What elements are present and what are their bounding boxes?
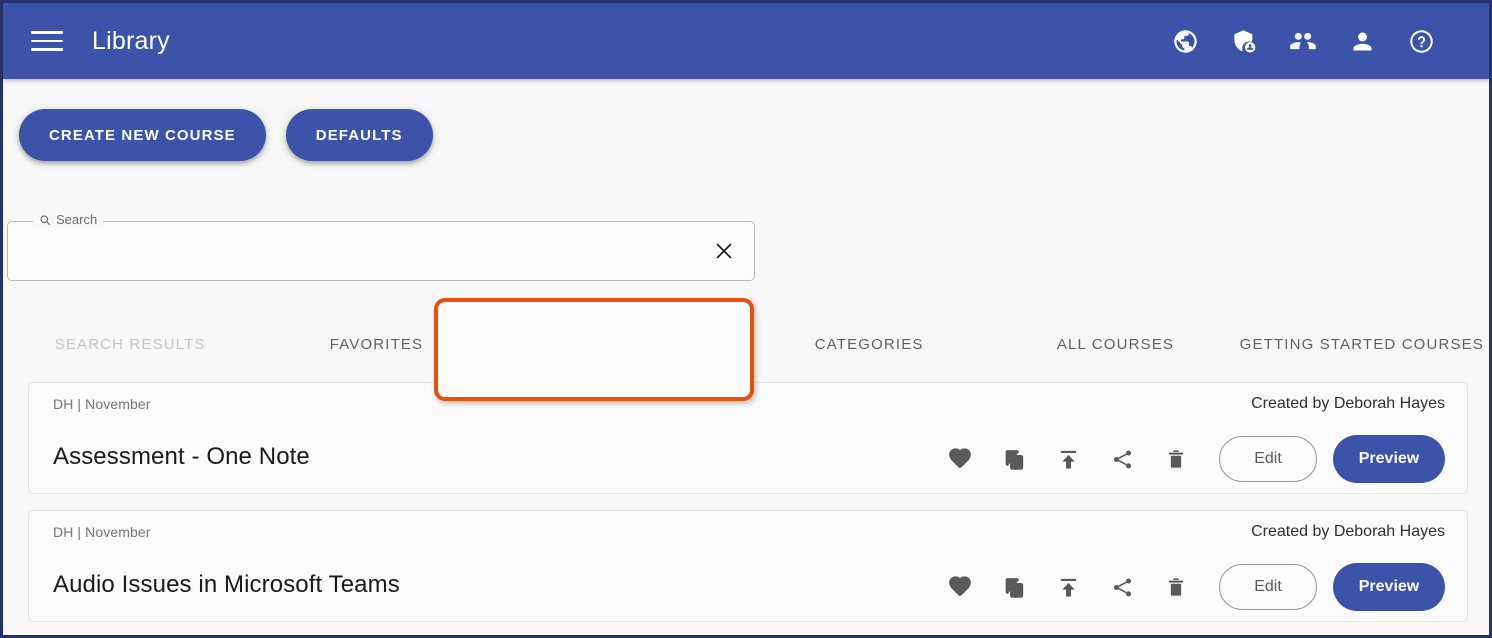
course-title: Assessment - One Note [53, 443, 310, 470]
search-input[interactable] [21, 225, 685, 277]
table-row[interactable]: DH | November Audio Issues in Microsoft … [28, 510, 1468, 622]
heart-icon[interactable] [933, 437, 987, 481]
table-row[interactable]: DH | November Assessment - One Note Crea… [28, 382, 1468, 494]
course-created-by: Created by Deborah Hayes [1251, 395, 1445, 412]
share-icon[interactable] [1095, 437, 1149, 481]
course-list: DH | November Assessment - One Note Crea… [28, 382, 1468, 635]
trash-icon[interactable] [1149, 565, 1203, 609]
tab-all-courses[interactable]: ALL COURSES [992, 309, 1238, 379]
course-meta: DH | November [53, 396, 151, 412]
course-row-actions: Edit Preview [933, 563, 1445, 611]
app-bar: Library [3, 3, 1489, 79]
tab-favorites[interactable]: FAVORITES [253, 309, 499, 379]
edit-button[interactable]: Edit [1219, 564, 1317, 610]
publish-upload-icon[interactable] [1041, 437, 1095, 481]
copy-icon[interactable] [987, 437, 1041, 481]
course-row-actions: Edit Preview [933, 435, 1445, 483]
shield-person-icon[interactable] [1230, 27, 1258, 55]
tab-getting-started-courses[interactable]: GETTING STARTED COURSES [1239, 309, 1485, 379]
person-icon[interactable] [1348, 27, 1376, 55]
trash-icon[interactable] [1149, 437, 1203, 481]
preview-button[interactable]: Preview [1333, 563, 1445, 611]
share-icon[interactable] [1095, 565, 1149, 609]
primary-action-bar: CREATE NEW COURSE DEFAULTS [3, 79, 1489, 191]
course-title: Audio Issues in Microsoft Teams [53, 571, 400, 598]
appbar-icon-group [1171, 27, 1435, 55]
course-meta: DH | November [53, 524, 151, 540]
tab-categories[interactable]: CATEGORIES [746, 309, 992, 379]
publish-upload-icon[interactable] [1041, 565, 1095, 609]
create-new-course-button[interactable]: CREATE NEW COURSE [19, 109, 266, 161]
search-field: Search [7, 212, 755, 281]
library-window: Library CREATE NEW COURSE DEFAULTS Searc… [0, 0, 1492, 638]
course-created-by: Created by Deborah Hayes [1251, 523, 1445, 540]
tab-recently-modified[interactable]: RECENTLY MODIFIED [500, 309, 746, 379]
hamburger-menu-icon[interactable] [31, 28, 65, 54]
tab-search-results[interactable]: SEARCH RESULTS [7, 309, 253, 379]
defaults-button[interactable]: DEFAULTS [285, 109, 433, 161]
copy-icon[interactable] [987, 565, 1041, 609]
close-icon[interactable] [707, 234, 741, 268]
edit-button[interactable]: Edit [1219, 436, 1317, 482]
help-circle-icon[interactable] [1407, 27, 1435, 55]
page-title: Library [92, 26, 170, 55]
people-group-icon[interactable] [1289, 27, 1317, 55]
globe-icon[interactable] [1171, 27, 1199, 55]
preview-button[interactable]: Preview [1333, 435, 1445, 483]
library-tabs: SEARCH RESULTS FAVORITES RECENTLY MODIFI… [7, 309, 1485, 379]
heart-icon[interactable] [933, 565, 987, 609]
